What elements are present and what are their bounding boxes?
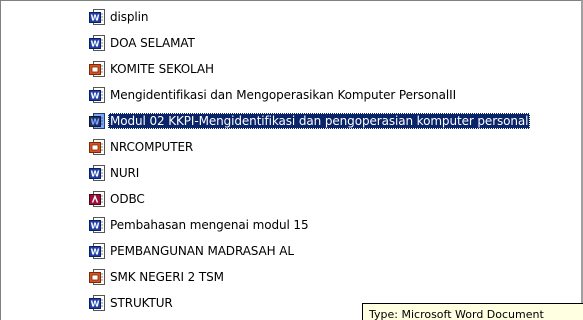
- file-name: NRCOMPUTER: [110, 140, 194, 154]
- word-document-icon: W: [88, 8, 106, 26]
- file-name: Pembahasan mengenai modul 15: [110, 218, 309, 232]
- powerpoint-presentation-icon: [88, 60, 106, 78]
- svg-text:W: W: [91, 248, 100, 257]
- file-name: displin: [110, 10, 149, 24]
- file-item-nuri[interactable]: W NURI: [88, 160, 576, 186]
- word-document-icon: W: [88, 86, 106, 104]
- svg-text:W: W: [91, 14, 100, 23]
- file-name: STRUKTUR: [110, 296, 173, 310]
- word-document-icon: W: [88, 242, 106, 260]
- file-item-pembahasan[interactable]: W Pembahasan mengenai modul 15: [88, 212, 576, 238]
- svg-text:W: W: [91, 92, 100, 101]
- file-item-doa-selamat[interactable]: W DOA SELAMAT: [88, 30, 576, 56]
- file-item-modul-02-kkpi[interactable]: W Modul 02 KKPI-Mengidentifikasi dan pen…: [88, 108, 576, 134]
- file-name: Modul 02 KKPI-Mengidentifikasi dan pengo…: [108, 113, 531, 129]
- svg-text:W: W: [91, 170, 100, 179]
- word-document-icon: W: [88, 34, 106, 52]
- file-item-komite-sekolah[interactable]: KOMITE SEKOLAH: [88, 56, 576, 82]
- file-item-nrcomputer[interactable]: NRCOMPUTER: [88, 134, 576, 160]
- word-document-icon: W: [88, 294, 106, 312]
- word-document-icon: W: [88, 164, 106, 182]
- word-document-icon: W: [88, 216, 106, 234]
- file-name: KOMITE SEKOLAH: [110, 62, 214, 76]
- svg-text:W: W: [91, 222, 100, 231]
- svg-text:W: W: [91, 300, 100, 309]
- word-document-icon: W: [88, 112, 106, 130]
- file-list: W displin W DOA SELAMAT KOMITE SEKOLAH W…: [88, 4, 576, 316]
- file-name: NURI: [110, 166, 140, 180]
- file-item-pembangunan-madrasah[interactable]: W PEMBANGUNAN MADRASAH AL: [88, 238, 576, 264]
- file-item-mengidentifikasi[interactable]: W Mengidentifikasi dan Mengoperasikan Ko…: [88, 82, 576, 108]
- powerpoint-presentation-icon: [88, 138, 106, 156]
- svg-text:W: W: [91, 118, 100, 127]
- access-database-icon: [88, 190, 106, 208]
- file-type-tooltip: Type: Microsoft Word Document: [362, 303, 583, 320]
- file-name: PEMBANGUNAN MADRASAH AL: [110, 244, 294, 258]
- file-name: ODBC: [110, 192, 145, 206]
- file-item-smk-negeri[interactable]: SMK NEGERI 2 TSM: [88, 264, 576, 290]
- powerpoint-presentation-icon: [88, 268, 106, 286]
- tooltip-text: Type: Microsoft Word Document: [369, 308, 544, 320]
- file-name: Mengidentifikasi dan Mengoperasikan Komp…: [110, 88, 457, 102]
- file-name: SMK NEGERI 2 TSM: [110, 270, 224, 284]
- file-item-displin[interactable]: W displin: [88, 4, 576, 30]
- file-item-odbc[interactable]: ODBC: [88, 186, 576, 212]
- file-name: DOA SELAMAT: [110, 36, 195, 50]
- svg-text:W: W: [91, 40, 100, 49]
- window-left-border: [0, 0, 1, 320]
